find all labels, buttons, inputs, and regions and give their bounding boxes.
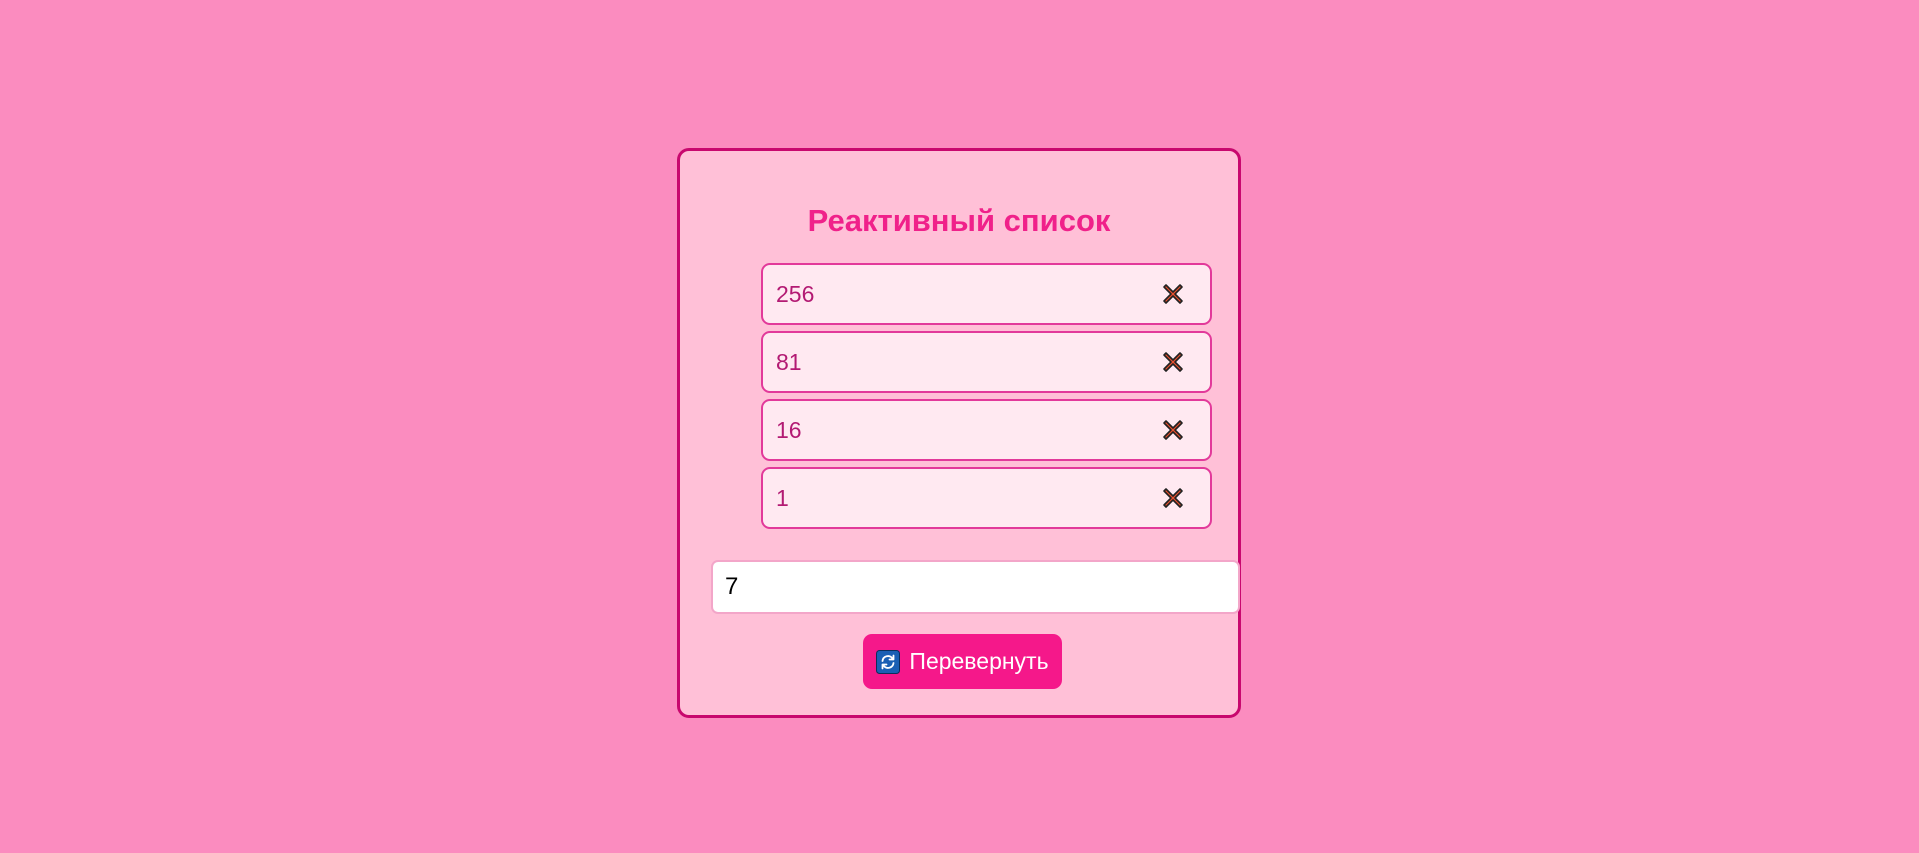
refresh-icon — [876, 649, 901, 674]
reactive-list: 256 81 16 1 — [761, 263, 1212, 535]
list-item-value: 81 — [776, 348, 802, 375]
cross-mark-icon — [1163, 420, 1183, 440]
cross-mark-icon — [1163, 488, 1183, 508]
delete-button[interactable] — [1158, 347, 1188, 377]
delete-button[interactable] — [1158, 279, 1188, 309]
delete-button[interactable] — [1158, 483, 1188, 513]
list-item: 1 — [761, 467, 1212, 529]
list-item-value: 1 — [776, 484, 789, 511]
list-item: 16 — [761, 399, 1212, 461]
reverse-button-label: Перевернуть — [909, 648, 1049, 674]
cross-mark-icon — [1163, 352, 1183, 372]
page-title: Реактивный список — [807, 203, 1111, 238]
list-item: 256 — [761, 263, 1212, 325]
list-item: 81 — [761, 331, 1212, 393]
cross-mark-icon — [1163, 284, 1183, 304]
number-input[interactable] — [711, 560, 1240, 614]
list-item-value: 256 — [776, 280, 815, 307]
reverse-button[interactable]: Перевернуть — [863, 634, 1062, 689]
delete-button[interactable] — [1158, 415, 1188, 445]
list-item-value: 16 — [776, 416, 802, 443]
list-card: Реактивный список 256 81 16 1 7 Переверн… — [677, 148, 1241, 718]
